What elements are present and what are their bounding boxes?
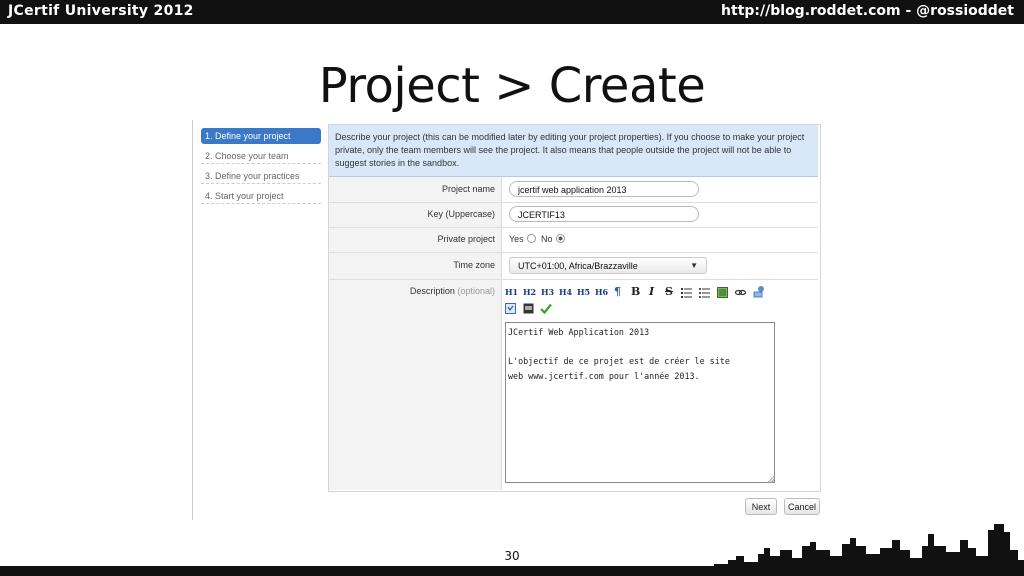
project-name-input[interactable]: jcertif web application 2013 [509,181,699,197]
description-label: Description (optional) [329,286,495,296]
private-yes-option[interactable]: Yes [509,234,536,244]
form-description-notice: Describe your project (this can be modif… [329,125,818,177]
row-private-project: Private project Yes No [329,227,818,253]
description-textarea[interactable]: JCertif Web Application 2013 L'objectif … [505,322,775,483]
slide-title: Project > Create [318,58,706,114]
toolbar-h3-button[interactable]: H3 [541,287,554,297]
next-button[interactable]: Next [745,498,777,515]
wizard-step-start-project[interactable]: 4. Start your project [201,188,321,204]
time-zone-label: Time zone [453,260,495,270]
private-no-radio[interactable] [555,234,565,243]
chevron-down-icon: ▼ [690,261,698,270]
description-optional-text: (optional) [457,286,495,296]
private-yes-label: Yes [509,234,524,244]
numbered-list-icon[interactable] [699,287,710,298]
toolbar-bold-button[interactable]: B [631,285,640,298]
private-project-label: Private project [437,234,495,244]
time-zone-select[interactable]: UTC+01:00, Africa/Brazzaville ▼ [509,257,707,274]
checkmark-icon[interactable] [540,303,552,314]
toolbar-italic-button[interactable]: I [649,285,654,298]
resize-grip-icon[interactable] [767,475,775,483]
wizard-step-choose-team[interactable]: 2. Choose your team [201,148,321,164]
time-zone-value: UTC+01:00, Africa/Brazzaville [518,261,638,271]
slide-header-url: http://blog.roddet.com - @rossioddet [721,3,1014,19]
project-create-form: Describe your project (this can be modif… [328,124,821,492]
key-label: Key (Uppercase) [427,209,495,219]
slide-footer-bar [0,566,1024,576]
row-key: Key (Uppercase) JCERTIF13 [329,202,818,228]
image-icon[interactable] [717,287,728,298]
user-link-icon[interactable] [753,285,766,298]
html-source-icon[interactable] [505,303,516,314]
toolbar-h2-button[interactable]: H2 [523,287,536,297]
cancel-button[interactable]: Cancel [784,498,820,515]
wizard-step-define-project[interactable]: 1. Define your project [201,128,321,144]
toolbar-h6-button[interactable]: H6 [595,287,608,297]
wizard-step-define-practices[interactable]: 3. Define your practices [201,168,321,184]
private-no-option[interactable]: No [541,234,565,244]
row-time-zone: Time zone UTC+01:00, Africa/Brazzaville … [329,252,818,280]
left-panel-border [192,120,201,520]
row-project-name: Project name jcertif web application 201… [329,177,818,203]
bullet-list-icon[interactable] [681,287,692,298]
key-input[interactable]: JCERTIF13 [509,206,699,222]
toolbar-h5-button[interactable]: H5 [577,287,590,297]
private-no-label: No [541,234,553,244]
description-label-text: Description [409,286,455,296]
toolbar-strike-button[interactable]: S [665,285,673,298]
toolbar-paragraph-button[interactable]: ¶ [614,285,621,298]
city-skyline-silhouette [714,524,1024,570]
link-icon[interactable] [735,287,746,298]
preview-icon[interactable] [523,303,534,314]
slide-header-title: JCertif University 2012 [8,3,194,19]
slide-header-bar: JCertif University 2012 http://blog.rodd… [0,0,1024,24]
private-yes-radio[interactable] [526,234,536,243]
project-name-label: Project name [441,184,495,194]
toolbar-h1-button[interactable]: H1 [505,287,518,297]
toolbar-h4-button[interactable]: H4 [559,287,572,297]
